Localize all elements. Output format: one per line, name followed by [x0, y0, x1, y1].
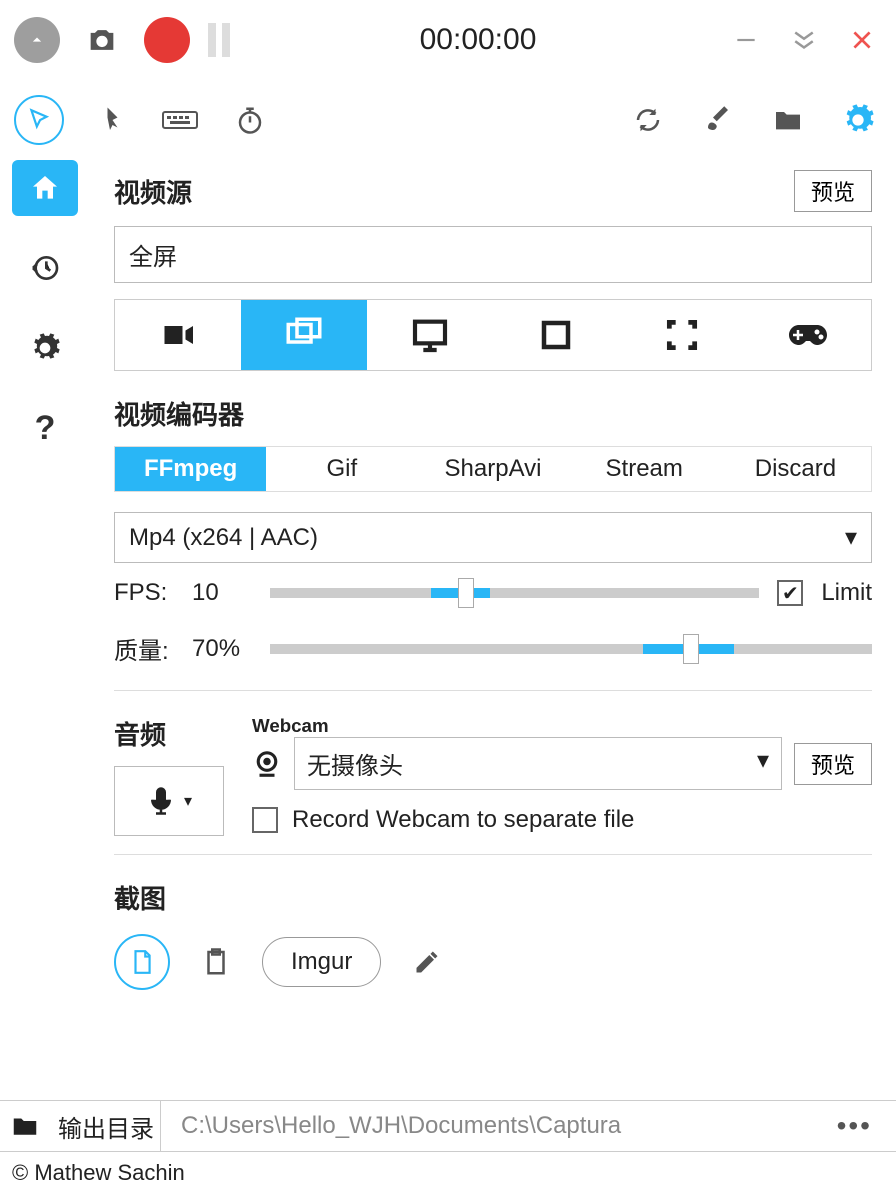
- limit-label: Limit: [821, 579, 872, 607]
- video-source-select[interactable]: 全屏: [114, 226, 872, 283]
- expand-button[interactable]: [14, 17, 60, 63]
- keystroke-tool-icon[interactable]: [156, 96, 204, 144]
- preview-button[interactable]: 预览: [794, 170, 872, 212]
- divider: [114, 854, 872, 855]
- settings-icon[interactable]: [834, 96, 882, 144]
- tab-gif[interactable]: Gif: [266, 447, 417, 491]
- record-button[interactable]: [144, 17, 190, 63]
- collapse-button[interactable]: [784, 20, 824, 60]
- pause-button[interactable]: [208, 23, 230, 57]
- codec-select[interactable]: Mp4 (x264 | AAC) ▾: [114, 512, 872, 563]
- audio-section: 音频 ▾: [114, 715, 224, 836]
- cursor-tool[interactable]: [14, 95, 64, 145]
- video-source-value: 全屏: [129, 237, 177, 272]
- webcam-title: Webcam: [252, 715, 872, 737]
- clipboard-icon[interactable]: [192, 938, 240, 986]
- record-separate-checkbox[interactable]: [252, 807, 278, 833]
- nav-history[interactable]: [12, 240, 78, 296]
- quality-value: 70%: [192, 635, 252, 663]
- tab-stream[interactable]: Stream: [569, 447, 720, 491]
- video-source-title: 视频源: [114, 173, 192, 210]
- webcam-icon: [252, 749, 282, 779]
- fps-value: 10: [192, 579, 252, 607]
- chevron-down-icon: ▾: [184, 791, 192, 811]
- tab-sharpavi[interactable]: SharpAvi: [417, 447, 568, 491]
- source-game[interactable]: [745, 300, 871, 370]
- quality-row: 质量: 70%: [114, 631, 872, 666]
- tab-discard[interactable]: Discard: [720, 447, 871, 491]
- webcam-preview-button[interactable]: 预览: [794, 743, 872, 785]
- nav-home[interactable]: [12, 160, 78, 216]
- minimize-button[interactable]: [726, 20, 766, 60]
- screenshot-title: 截图: [114, 879, 872, 916]
- copyright: © Mathew Sachin: [0, 1152, 896, 1194]
- main-panel: 视频源 预览 全屏 视频编码器 FFmpeg Gif SharpAvi Stre…: [90, 160, 896, 1100]
- output-path[interactable]: C:\Users\Hello_WJH\Documents\Captura: [173, 1112, 811, 1140]
- stopwatch-tool-icon[interactable]: [226, 96, 274, 144]
- source-type-grid: [114, 299, 872, 371]
- toolbar: [0, 80, 896, 160]
- folder-icon[interactable]: [764, 96, 812, 144]
- folder-icon[interactable]: [10, 1111, 40, 1141]
- click-tool-icon[interactable]: [86, 96, 134, 144]
- fps-label: FPS:: [114, 579, 174, 607]
- audio-title: 音频: [114, 715, 224, 752]
- nav-settings[interactable]: [12, 320, 78, 376]
- timer-display: 00:00:00: [248, 23, 708, 57]
- fps-row: FPS: 10 ✔ Limit: [114, 579, 872, 607]
- brush-icon[interactable]: [694, 96, 742, 144]
- quality-label: 质量:: [114, 631, 174, 666]
- source-screens[interactable]: [241, 300, 367, 370]
- edit-icon[interactable]: [403, 938, 451, 986]
- output-bar: 输出目录 C:\Users\Hello_WJH\Documents\Captur…: [0, 1100, 896, 1152]
- output-label: 输出目录: [52, 1101, 161, 1151]
- chevron-down-icon: ▾: [757, 746, 769, 781]
- webcam-value: 无摄像头: [307, 746, 403, 781]
- source-region[interactable]: [619, 300, 745, 370]
- screenshot-file-button[interactable]: [114, 934, 170, 990]
- quality-slider[interactable]: [270, 644, 872, 654]
- chevron-down-icon: ▾: [845, 523, 857, 552]
- titlebar: 00:00:00: [0, 0, 896, 80]
- audio-select[interactable]: ▾: [114, 766, 224, 836]
- tab-ffmpeg[interactable]: FFmpeg: [115, 447, 266, 491]
- codec-value: Mp4 (x264 | AAC): [129, 524, 318, 552]
- imgur-button[interactable]: Imgur: [262, 937, 381, 987]
- webcam-select[interactable]: 无摄像头 ▾: [294, 737, 782, 790]
- side-nav: ?: [0, 160, 90, 1100]
- camera-icon[interactable]: [78, 16, 126, 64]
- divider: [114, 690, 872, 691]
- nav-help[interactable]: ?: [12, 400, 78, 456]
- encoder-title: 视频编码器: [114, 395, 872, 432]
- webcam-section: Webcam 无摄像头 ▾ 预览 Record Webcam to separa…: [252, 715, 872, 836]
- limit-checkbox[interactable]: ✔: [777, 580, 803, 606]
- source-desktop[interactable]: [367, 300, 493, 370]
- output-browse-button[interactable]: •••: [823, 1110, 886, 1142]
- encoder-tabs: FFmpeg Gif SharpAvi Stream Discard: [114, 446, 872, 492]
- source-camera[interactable]: [115, 300, 241, 370]
- source-window[interactable]: [493, 300, 619, 370]
- record-separate-label: Record Webcam to separate file: [292, 806, 634, 834]
- refresh-icon[interactable]: [624, 96, 672, 144]
- close-button[interactable]: [842, 20, 882, 60]
- fps-slider[interactable]: [270, 588, 759, 598]
